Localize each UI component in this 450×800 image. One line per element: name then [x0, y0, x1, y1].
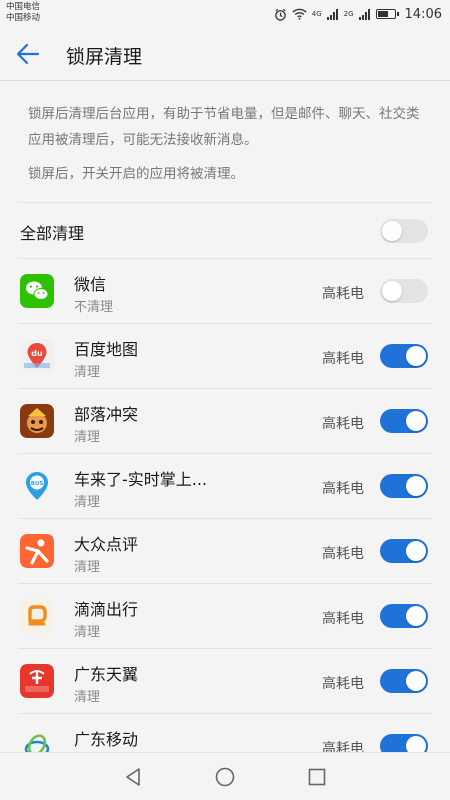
- app-toggle-baidu-map[interactable]: [380, 344, 428, 368]
- battery-icon: [375, 9, 399, 19]
- app-status: 清理: [74, 560, 101, 575]
- app-toggle-didi[interactable]: [380, 604, 428, 628]
- app-name: 广东天翼: [74, 665, 139, 684]
- app-row-baidu-map: du 百度地图 清理 高耗电: [18, 324, 432, 389]
- app-toggle-wechat[interactable]: [380, 279, 428, 303]
- carrier-1: 中国电信: [6, 2, 41, 12]
- power-tag: 高耗电: [322, 481, 364, 497]
- status-icons: 4G 2G 14:06: [274, 5, 442, 23]
- app-name: 广东移动: [74, 730, 139, 749]
- app-toggle-dianping[interactable]: [380, 539, 428, 563]
- app-name: 大众点评: [74, 535, 139, 554]
- description-note: 锁屏后，开关开启的应用将被清理。: [28, 166, 244, 182]
- nav-recents-button[interactable]: [306, 766, 328, 788]
- arrow-left-icon: [16, 43, 40, 65]
- app-list: 微信 不清理 高耗电 du 百度地图 清理 高耗电 部落冲突 清理 高耗电 BU…: [18, 259, 432, 779]
- signal-icon-1: [326, 8, 338, 20]
- power-tag: 高耗电: [322, 546, 364, 562]
- app-row-wechat: 微信 不清理 高耗电: [18, 259, 432, 324]
- navigation-bar: [0, 752, 450, 800]
- signal-icon-2: [358, 8, 370, 20]
- app-row-clash-of-clans: 部落冲突 清理 高耗电: [18, 389, 432, 454]
- dianping-icon: [20, 534, 54, 568]
- back-button[interactable]: [14, 38, 50, 70]
- all-clean-row: 全部清理: [18, 203, 432, 259]
- power-tag: 高耗电: [322, 351, 364, 367]
- app-row-didi: 滴滴出行 清理 高耗电: [18, 584, 432, 649]
- power-tag: 高耗电: [322, 286, 364, 302]
- app-status: 清理: [74, 690, 101, 705]
- page-title: 锁屏清理: [66, 46, 143, 68]
- network-type-1: 4G: [311, 10, 322, 18]
- app-status: 清理: [74, 495, 101, 510]
- app-status: 清理: [74, 365, 101, 380]
- all-clean-label: 全部清理: [20, 224, 85, 243]
- app-name: 滴滴出行: [74, 600, 139, 619]
- app-status: 不清理: [74, 300, 114, 315]
- square-recents-icon: [308, 768, 326, 786]
- clock: 14:06: [404, 6, 442, 22]
- app-toggle-guangdong-tianyi[interactable]: [380, 669, 428, 693]
- carrier-info: 中国电信 中国移动: [6, 2, 40, 24]
- all-clean-toggle[interactable]: [380, 219, 428, 243]
- nav-back-button[interactable]: [122, 766, 144, 788]
- power-tag: 高耗电: [322, 416, 364, 432]
- svg-text:BUS: BUS: [31, 481, 44, 487]
- app-toggle-clash-of-clans[interactable]: [380, 409, 428, 433]
- nav-home-button[interactable]: [214, 766, 236, 788]
- telecom-icon: [20, 664, 54, 698]
- circle-home-icon: [215, 767, 235, 787]
- app-name: 部落冲突: [74, 405, 139, 424]
- app-name: 百度地图: [74, 340, 139, 359]
- app-status: 清理: [74, 430, 101, 445]
- app-status: 清理: [74, 625, 101, 640]
- power-tag: 高耗电: [322, 676, 364, 692]
- bus-icon: BUS: [20, 469, 54, 503]
- wechat-icon: [20, 274, 54, 308]
- description-text: 锁屏后清理后台应用，有助于节省电量，但是邮件、聊天、社交类应用被清理后，可能无法…: [28, 106, 420, 148]
- carrier-2: 中国移动: [6, 13, 41, 23]
- app-name: 微信: [74, 275, 107, 294]
- baidu-map-icon: du: [20, 339, 54, 373]
- wifi-icon: [292, 8, 307, 20]
- alarm-icon: [274, 8, 286, 21]
- power-tag: 高耗电: [322, 611, 364, 627]
- clash-of-clans-icon: [20, 404, 54, 438]
- triangle-back-icon: [126, 768, 140, 786]
- network-type-2: 2G: [343, 10, 354, 18]
- didi-icon: [20, 599, 54, 633]
- app-name: 车来了-实时掌上...: [74, 470, 208, 489]
- app-toggle-chelaile[interactable]: [380, 474, 428, 498]
- svg-text:du: du: [31, 349, 43, 358]
- app-bar: 锁屏清理: [0, 28, 450, 81]
- status-bar: 中国电信 中国移动 4G 2G 14:06: [0, 0, 450, 28]
- app-row-dianping: 大众点评 清理 高耗电: [18, 519, 432, 584]
- app-row-guangdong-tianyi: 广东天翼 清理 高耗电: [18, 649, 432, 714]
- app-row-chelaile: BUS 车来了-实时掌上... 清理 高耗电: [18, 454, 432, 519]
